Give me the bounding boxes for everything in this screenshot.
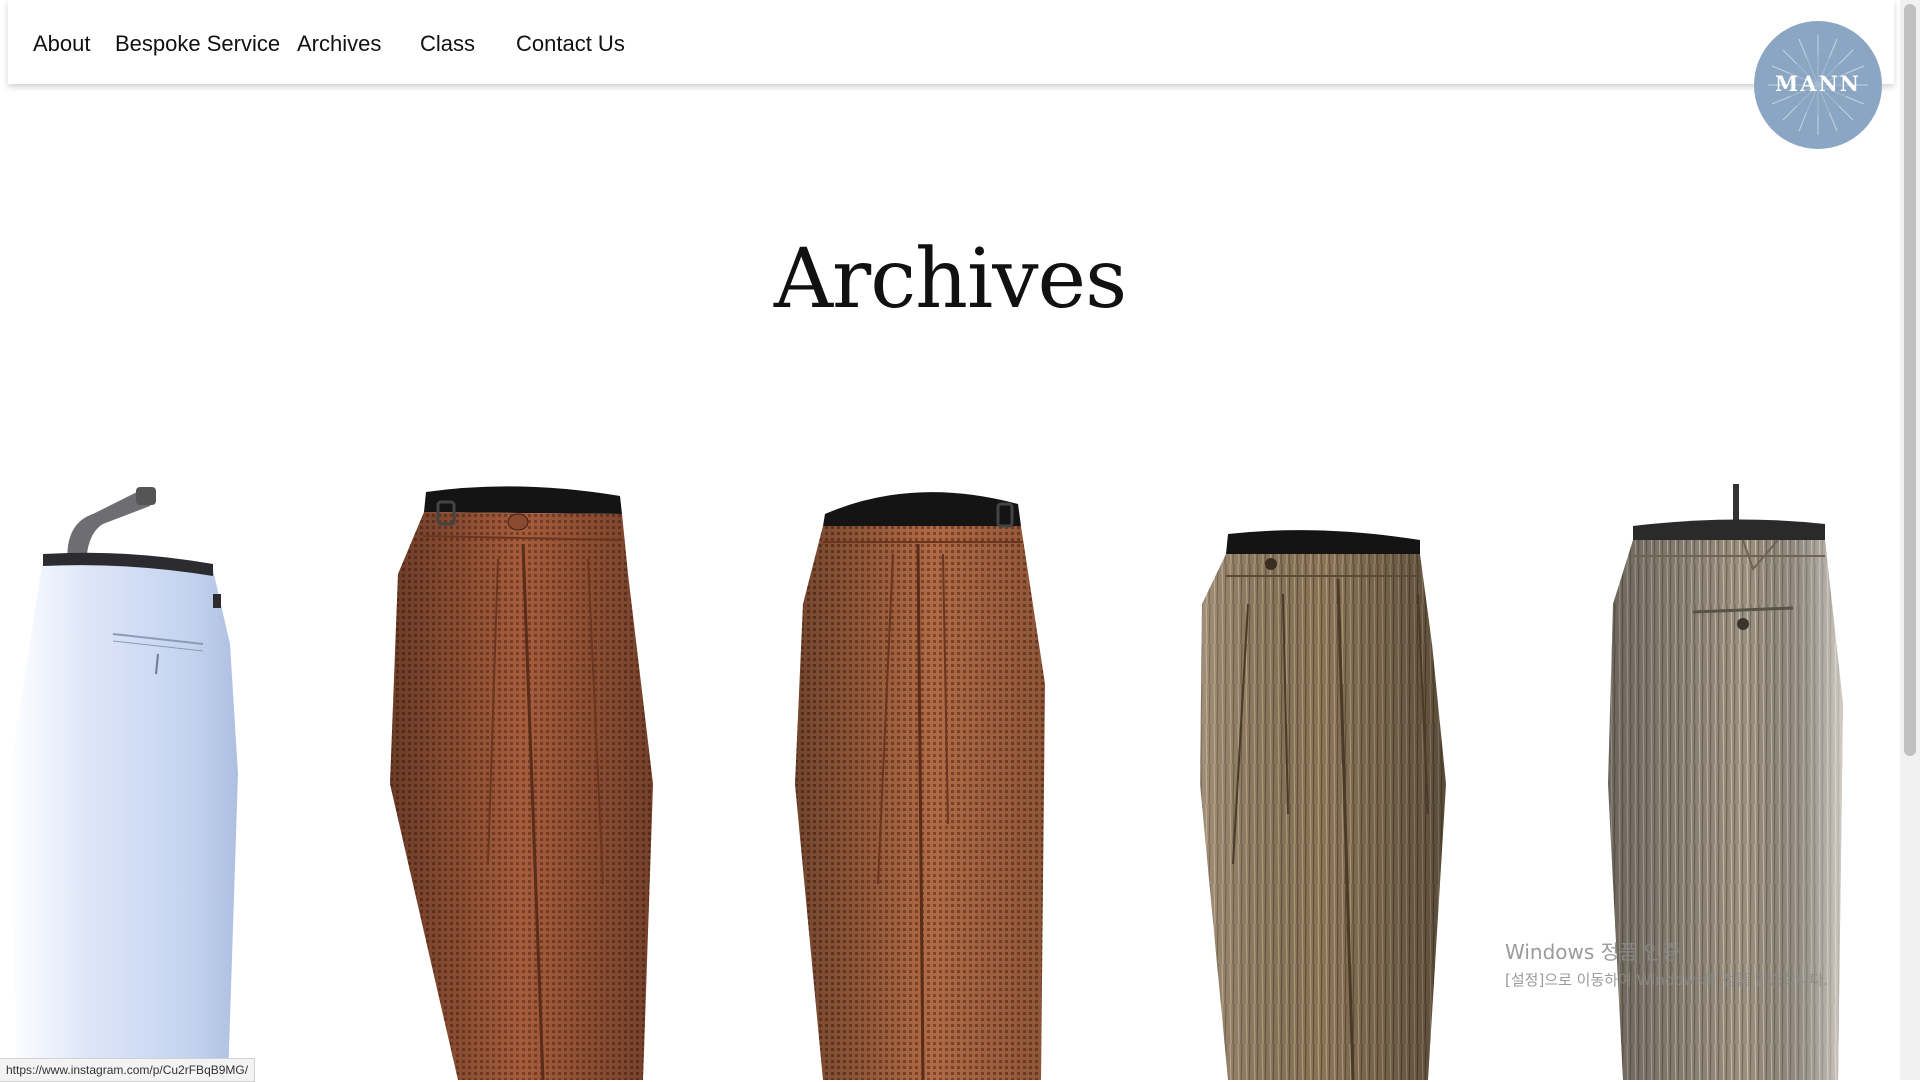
nav-link-class[interactable]: Class <box>420 31 475 57</box>
page-title: Archives <box>773 232 1127 327</box>
tan-linen-trousers-image <box>1608 484 1843 1080</box>
light-blue-trousers-image <box>8 487 238 1080</box>
gallery-item[interactable] <box>8 484 308 1080</box>
gallery-item[interactable] <box>1188 484 1488 1080</box>
gallery-item[interactable] <box>1593 484 1893 1080</box>
gallery-item[interactable] <box>378 484 678 1080</box>
top-navbar: About Bespoke Service Archives Class Con… <box>8 0 1894 84</box>
mann-logo[interactable]: MANN <box>1754 21 1882 149</box>
brown-linen-trousers-image <box>1200 530 1446 1080</box>
nav-link-about[interactable]: About <box>33 31 91 57</box>
scrollbar-thumb[interactable] <box>1904 4 1916 756</box>
logo-text: MANN <box>1775 71 1861 96</box>
status-bar-url: https://www.instagram.com/p/Cu2rFBqB9MG/ <box>0 1058 256 1082</box>
nav-link-contact-us[interactable]: Contact Us <box>516 31 625 57</box>
watermark-title: Windows 정품 인증 <box>1505 940 1681 964</box>
archive-gallery <box>8 484 1894 1080</box>
vertical-scrollbar[interactable] <box>1900 0 1920 1080</box>
brown-houndstooth-trousers-image <box>795 492 1045 1080</box>
nav-link-archives[interactable]: Archives <box>297 31 381 57</box>
brown-houndstooth-trousers-image <box>390 486 653 1080</box>
windows-activation-watermark: Windows 정품 인증 [설정]으로 이동하여 Windows를 정품 인증… <box>1505 936 1828 990</box>
watermark-subtitle: [설정]으로 이동하여 Windows를 정품 인증합니다. <box>1505 971 1829 989</box>
nav-link-bespoke-service[interactable]: Bespoke Service <box>115 31 280 57</box>
gallery-item[interactable] <box>783 484 1083 1080</box>
